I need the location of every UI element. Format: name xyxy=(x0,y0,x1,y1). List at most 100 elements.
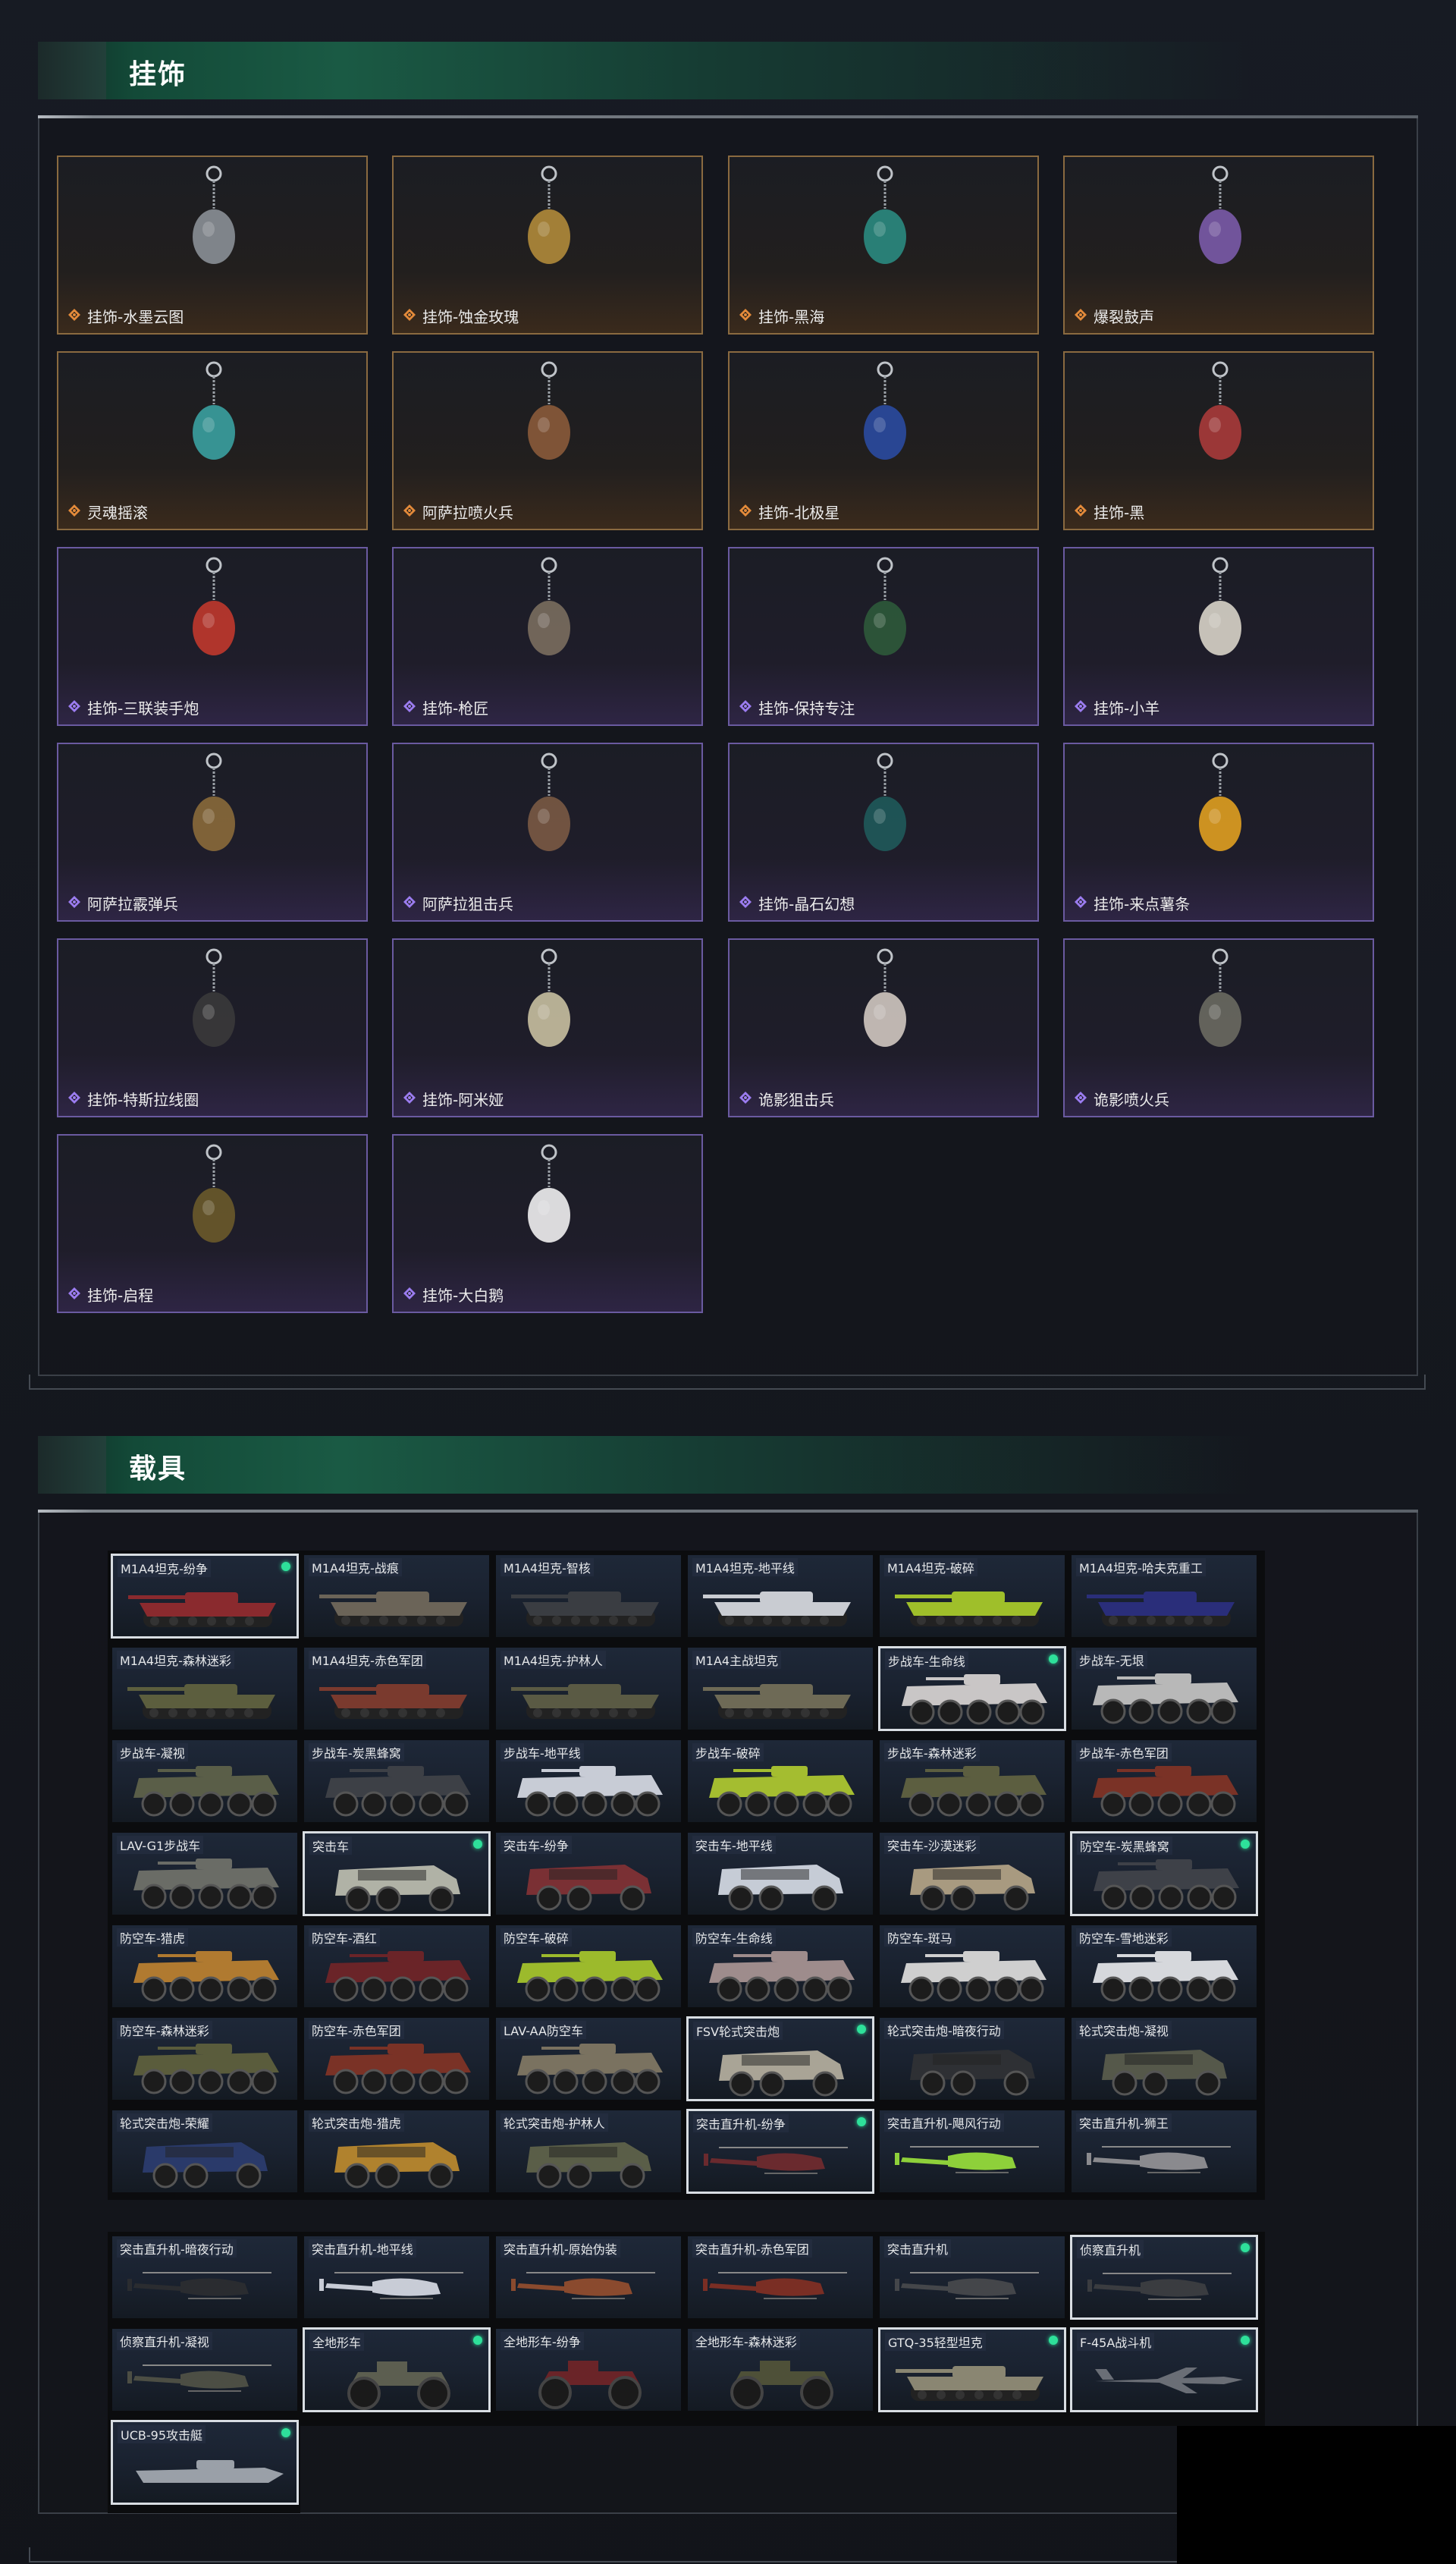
vehicle-skin-name: 轮式突击炮-凝视 xyxy=(1076,2021,1172,2039)
pendant-card[interactable]: 挂饰-黑 xyxy=(1063,351,1374,530)
vehicle-skin-cell[interactable]: 轮式突击炮-猎虎 xyxy=(303,2109,491,2194)
vehicle-skin-name: M1A4主战坦克 xyxy=(692,1651,782,1669)
vehicle-skin-cell[interactable]: 步战车-地平线 xyxy=(494,1739,682,1824)
vehicle-skin-name: M1A4坦克-地平线 xyxy=(692,1558,798,1576)
pendant-card[interactable]: 挂饰-枪匠 xyxy=(392,547,703,726)
pendant-label: 挂饰-三联装手炮 xyxy=(67,696,199,718)
vehicle-skin-name: 防空车-赤色军团 xyxy=(309,2021,404,2039)
vehicle-skin-cell[interactable]: 步战车-森林迷彩 xyxy=(878,1739,1066,1824)
pendant-card[interactable]: 灵魂摇滚 xyxy=(57,351,368,530)
vehicle-skin-cell[interactable]: F-45A战斗机 xyxy=(1070,2327,1258,2412)
vehicle-skin-cell[interactable]: M1A4坦克-赤色军团 xyxy=(303,1646,491,1731)
vehicle-skin-cell[interactable]: 轮式突击炮-凝视 xyxy=(1070,2016,1258,2101)
vehicle-skin-cell[interactable]: 防空车-赤色军团 xyxy=(303,2016,491,2101)
pendant-card[interactable]: 诡影狙击兵 xyxy=(728,938,1039,1117)
vehicle-skin-cell[interactable]: 步战车-赤色军团 xyxy=(1070,1739,1258,1824)
vehicle-skin-cell[interactable]: 防空车-猎虎 xyxy=(111,1924,299,2009)
pendant-card[interactable]: 爆裂鼓声 xyxy=(1063,156,1374,335)
vehicle-skin-cell[interactable]: 突击车-沙漠迷彩 xyxy=(878,1831,1066,1916)
vehicle-skin-cell[interactable]: 防空车-斑马 xyxy=(878,1924,1066,2009)
vehicle-skin-cell[interactable]: 突击直升机-赤色军团 xyxy=(686,2235,874,2320)
heli-vehicle-icon xyxy=(1087,2273,1232,2300)
vehicle-skin-cell[interactable]: 突击直升机-暗夜行动 xyxy=(111,2235,299,2320)
vehicle-skin-cell[interactable]: 侦察直升机 xyxy=(1070,2235,1258,2320)
vehicle-skin-cell[interactable]: M1A4坦克-哈夫克重工 xyxy=(1070,1554,1258,1639)
pendant-card[interactable]: 挂饰-北极星 xyxy=(728,351,1039,530)
vehicle-skin-cell[interactable]: 防空车-生命线 xyxy=(686,1924,874,2009)
vehicle-skin-cell[interactable]: 防空车-炭黑蜂窝 xyxy=(1070,1831,1258,1916)
pendant-label: 阿萨拉喷火兵 xyxy=(403,501,513,523)
vehicle-skin-cell[interactable]: 突击直升机-地平线 xyxy=(303,2235,491,2320)
pendant-name: 挂饰-北极星 xyxy=(758,504,840,522)
pendant-card[interactable]: 挂饰-蚀金玫瑰 xyxy=(392,156,703,335)
owned-indicator-icon xyxy=(281,2428,290,2437)
vehicle-skin-cell[interactable]: M1A4坦克-森林迷彩 xyxy=(111,1646,299,1731)
vehicle-skin-name: M1A4坦克-破碎 xyxy=(884,1558,977,1576)
pendant-card[interactable]: 挂饰-晶石幻想 xyxy=(728,743,1039,922)
atv-vehicle-icon xyxy=(730,2361,833,2409)
vehicle-skin-cell[interactable]: 轮式突击炮-荣耀 xyxy=(111,2109,299,2194)
vehicle-skin-cell[interactable]: 步战车-破碎 xyxy=(686,1739,874,1824)
vehicle-skin-cell[interactable]: 突击车-地平线 xyxy=(686,1831,874,1916)
vehicle-skin-cell[interactable]: 突击车 xyxy=(303,1831,491,1916)
pendant-card[interactable]: 挂饰-三联装手炮 xyxy=(57,547,368,726)
vehicle-skin-cell[interactable]: 全地形车-纷争 xyxy=(494,2327,682,2412)
jeep-vehicle-icon xyxy=(910,1865,1035,1911)
vehicle-skin-cell[interactable]: 步战车-炭黑蜂窝 xyxy=(303,1739,491,1824)
pendant-card[interactable]: 挂饰-启程 xyxy=(57,1134,368,1313)
heli-vehicle-icon xyxy=(511,2272,655,2299)
shotgun-soldier-charm xyxy=(193,753,235,851)
rarity-icon xyxy=(403,307,416,325)
vehicle-skin-cell[interactable]: 突击直升机-原始伪装 xyxy=(494,2235,682,2320)
owned-indicator-icon xyxy=(1241,2336,1250,2345)
vehicle-skin-cell[interactable]: 突击直升机-纷争 xyxy=(686,2109,874,2194)
pendant-card[interactable]: 阿萨拉喷火兵 xyxy=(392,351,703,530)
pendant-card[interactable]: 挂饰-大白鹅 xyxy=(392,1134,703,1313)
vehicle-skin-cell[interactable]: M1A4坦克-破碎 xyxy=(878,1554,1066,1639)
pendant-card[interactable]: 挂饰-水墨云图 xyxy=(57,156,368,335)
vehicle-skin-cell[interactable]: LAV-AA防空车 xyxy=(494,2016,682,2101)
vehicle-skin-cell[interactable]: 突击车-纷争 xyxy=(494,1831,682,1916)
vehicle-skin-cell[interactable]: GTQ-35轻型坦克 xyxy=(878,2327,1066,2412)
pendant-card[interactable]: 阿萨拉霰弹兵 xyxy=(57,743,368,922)
vehicle-skin-cell[interactable]: 步战车-凝视 xyxy=(111,1739,299,1824)
vehicle-skin-cell[interactable]: 突击直升机-狮王 xyxy=(1070,2109,1258,2194)
pendant-card[interactable]: 挂饰-保持专注 xyxy=(728,547,1039,726)
vehicle-skin-cell[interactable]: 全地形车 xyxy=(303,2327,491,2412)
vehicle-skin-cell[interactable]: 防空车-森林迷彩 xyxy=(111,2016,299,2101)
pendant-card[interactable]: 挂饰-来点薯条 xyxy=(1063,743,1374,922)
pendant-card[interactable]: 挂饰-阿米娅 xyxy=(392,938,703,1117)
vehicle-skin-cell[interactable]: 步战车-无垠 xyxy=(1070,1646,1258,1731)
vehicle-skin-cell[interactable]: UCB-95攻击艇 xyxy=(111,2420,299,2505)
vehicle-skin-cell[interactable]: M1A4主战坦克 xyxy=(686,1646,874,1731)
vehicle-skin-cell[interactable]: M1A4坦克-战痕 xyxy=(303,1554,491,1639)
vehicle-skin-cell[interactable]: FSV轮式突击炮 xyxy=(686,2016,874,2101)
vehicle-skin-cell[interactable]: 侦察直升机-凝视 xyxy=(111,2327,299,2412)
vehicle-skin-cell[interactable]: 突击直升机-飓风行动 xyxy=(878,2109,1066,2194)
vehicle-skin-cell[interactable]: 轮式突击炮-暗夜行动 xyxy=(878,2016,1066,2101)
vehicle-skin-cell[interactable]: 防空车-雪地迷彩 xyxy=(1070,1924,1258,2009)
pendant-label: 诡影喷火兵 xyxy=(1074,1088,1169,1110)
jet-vehicle-icon xyxy=(1095,2368,1243,2393)
pendant-card[interactable]: 阿萨拉狙击兵 xyxy=(392,743,703,922)
pendant-card[interactable]: 挂饰-小羊 xyxy=(1063,547,1374,726)
vehicle-skin-cell[interactable]: 防空车-酒红 xyxy=(303,1924,491,2009)
vehicle-skin-cell[interactable]: 防空车-破碎 xyxy=(494,1924,682,2009)
vehicle-skin-cell[interactable]: 轮式突击炮-护林人 xyxy=(494,2109,682,2194)
vehicle-skin-cell[interactable]: 全地形车-森林迷彩 xyxy=(686,2327,874,2412)
pendant-name: 挂饰-三联装手炮 xyxy=(87,699,199,718)
vehicle-skin-name: 步战车-地平线 xyxy=(500,1743,584,1761)
vehicle-skin-cell[interactable]: M1A4坦克-智核 xyxy=(494,1554,682,1639)
vehicle-skin-cell[interactable]: M1A4坦克-地平线 xyxy=(686,1554,874,1639)
vehicle-skin-cell[interactable]: M1A4坦克-护林人 xyxy=(494,1646,682,1731)
pendant-card[interactable]: 挂饰-特斯拉线圈 xyxy=(57,938,368,1117)
bunny-charm xyxy=(528,948,570,1047)
vehicle-skin-cell[interactable]: M1A4坦克-纷争 xyxy=(111,1554,299,1639)
vehicle-skin-name: 步战车-破碎 xyxy=(692,1743,764,1761)
vehicle-skin-cell[interactable]: 步战车-生命线 xyxy=(878,1646,1066,1731)
vehicle-skin-cell[interactable]: LAV-G1步战车 xyxy=(111,1831,299,1916)
vehicle-skin-cell[interactable]: 突击直升机 xyxy=(878,2235,1066,2320)
ifv-vehicle-icon xyxy=(1093,1673,1238,1724)
pendant-card[interactable]: 挂饰-黑海 xyxy=(728,156,1039,335)
pendant-card[interactable]: 诡影喷火兵 xyxy=(1063,938,1374,1117)
